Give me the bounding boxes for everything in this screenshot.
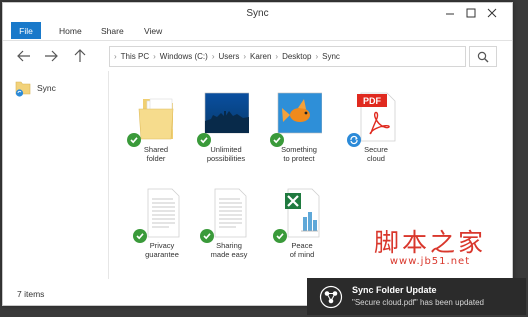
file-name: Privacy guarantee	[145, 241, 179, 259]
file-list: Shared folder Unlimited possibilities So…	[110, 71, 510, 281]
image-icon	[197, 91, 250, 147]
ribbon-tabs: File Home Share View	[3, 21, 512, 41]
navigation-pane: Sync	[3, 71, 107, 283]
sync-notification-toast[interactable]: Sync Folder Update "Secure cloud.pdf" ha…	[307, 278, 526, 315]
file-name: Secure cloud	[364, 145, 388, 163]
toast-title: Sync Folder Update	[352, 285, 437, 295]
synced-check-icon	[270, 133, 284, 147]
breadcrumb-windows-c[interactable]: Windows (C:)	[157, 52, 211, 61]
file-item-sharing-made-easy[interactable]: Sharing made easy	[195, 187, 263, 259]
excel-icon	[273, 187, 325, 243]
close-button[interactable]	[483, 4, 501, 22]
navigation-bar: › This PC › Windows (C:) › Users › Karen…	[3, 43, 512, 69]
pdf-icon: PDF	[347, 91, 399, 147]
sidebar-item-sync[interactable]: Sync	[15, 79, 56, 97]
file-name: Something to protect	[281, 145, 317, 163]
back-button[interactable]	[15, 47, 33, 65]
forward-arrow-icon	[45, 50, 58, 62]
forward-button[interactable]	[42, 47, 60, 65]
back-arrow-icon	[17, 50, 30, 62]
file-name: Unlimited possibilities	[206, 145, 246, 163]
file-item-unlimited-possibilities[interactable]: Unlimited possibilities	[192, 91, 260, 163]
image-icon	[270, 91, 323, 147]
minimize-button[interactable]	[441, 4, 459, 22]
explorer-window: Sync File Home Share View › This PC › Wi…	[2, 2, 513, 306]
chevron-right-icon: ›	[114, 52, 117, 61]
file-name: Shared folder	[143, 145, 169, 163]
breadcrumb-karen[interactable]: Karen	[247, 52, 274, 61]
sidebar-item-label: Sync	[37, 83, 56, 93]
file-item-something-to-protect[interactable]: Something to protect	[265, 91, 333, 163]
file-item-privacy-guarantee[interactable]: Privacy guarantee	[128, 187, 196, 259]
folder-icon	[127, 91, 179, 147]
up-button[interactable]	[71, 47, 89, 65]
breadcrumb-users[interactable]: Users	[215, 52, 242, 61]
minimize-icon	[446, 13, 454, 15]
maximize-button[interactable]	[462, 4, 480, 22]
search-icon	[477, 51, 489, 62]
tab-share[interactable]: Share	[101, 22, 124, 39]
breadcrumb-desktop[interactable]: Desktop	[279, 52, 314, 61]
document-icon	[200, 187, 252, 243]
synced-check-icon	[197, 133, 211, 147]
toast-message: "Secure cloud.pdf" has been updated	[352, 298, 484, 307]
file-name: Sharing made easy	[210, 241, 248, 259]
address-bar[interactable]: › This PC › Windows (C:) › Users › Karen…	[109, 46, 466, 67]
syncing-icon	[347, 133, 361, 147]
window-title: Sync	[246, 8, 269, 19]
file-item-peace-of-mind[interactable]: Peace of mind	[268, 187, 336, 259]
document-icon	[133, 187, 185, 243]
up-arrow-icon	[74, 49, 86, 62]
pane-divider[interactable]	[108, 71, 109, 279]
breadcrumb-sync[interactable]: Sync	[319, 52, 343, 61]
maximize-icon	[466, 8, 476, 18]
synced-check-icon	[127, 133, 141, 147]
tab-view[interactable]: View	[144, 22, 162, 39]
sync-folder-icon	[15, 81, 31, 97]
file-item-secure-cloud[interactable]: PDF Secure cloud	[342, 91, 410, 163]
breadcrumb-this-pc[interactable]: This PC	[118, 52, 152, 61]
synced-check-icon	[200, 229, 214, 243]
tab-home[interactable]: Home	[59, 22, 82, 39]
file-item-shared-folder[interactable]: Shared folder	[122, 91, 190, 163]
close-icon	[487, 8, 497, 18]
sync-update-icon	[319, 285, 343, 309]
item-count: 7 items	[17, 289, 45, 299]
file-name: Peace of mind	[289, 241, 315, 259]
synced-check-icon	[133, 229, 147, 243]
tab-file[interactable]: File	[11, 22, 41, 39]
pdf-badge-text: PDF	[363, 96, 382, 106]
synced-check-icon	[273, 229, 287, 243]
search-button[interactable]	[469, 46, 497, 67]
